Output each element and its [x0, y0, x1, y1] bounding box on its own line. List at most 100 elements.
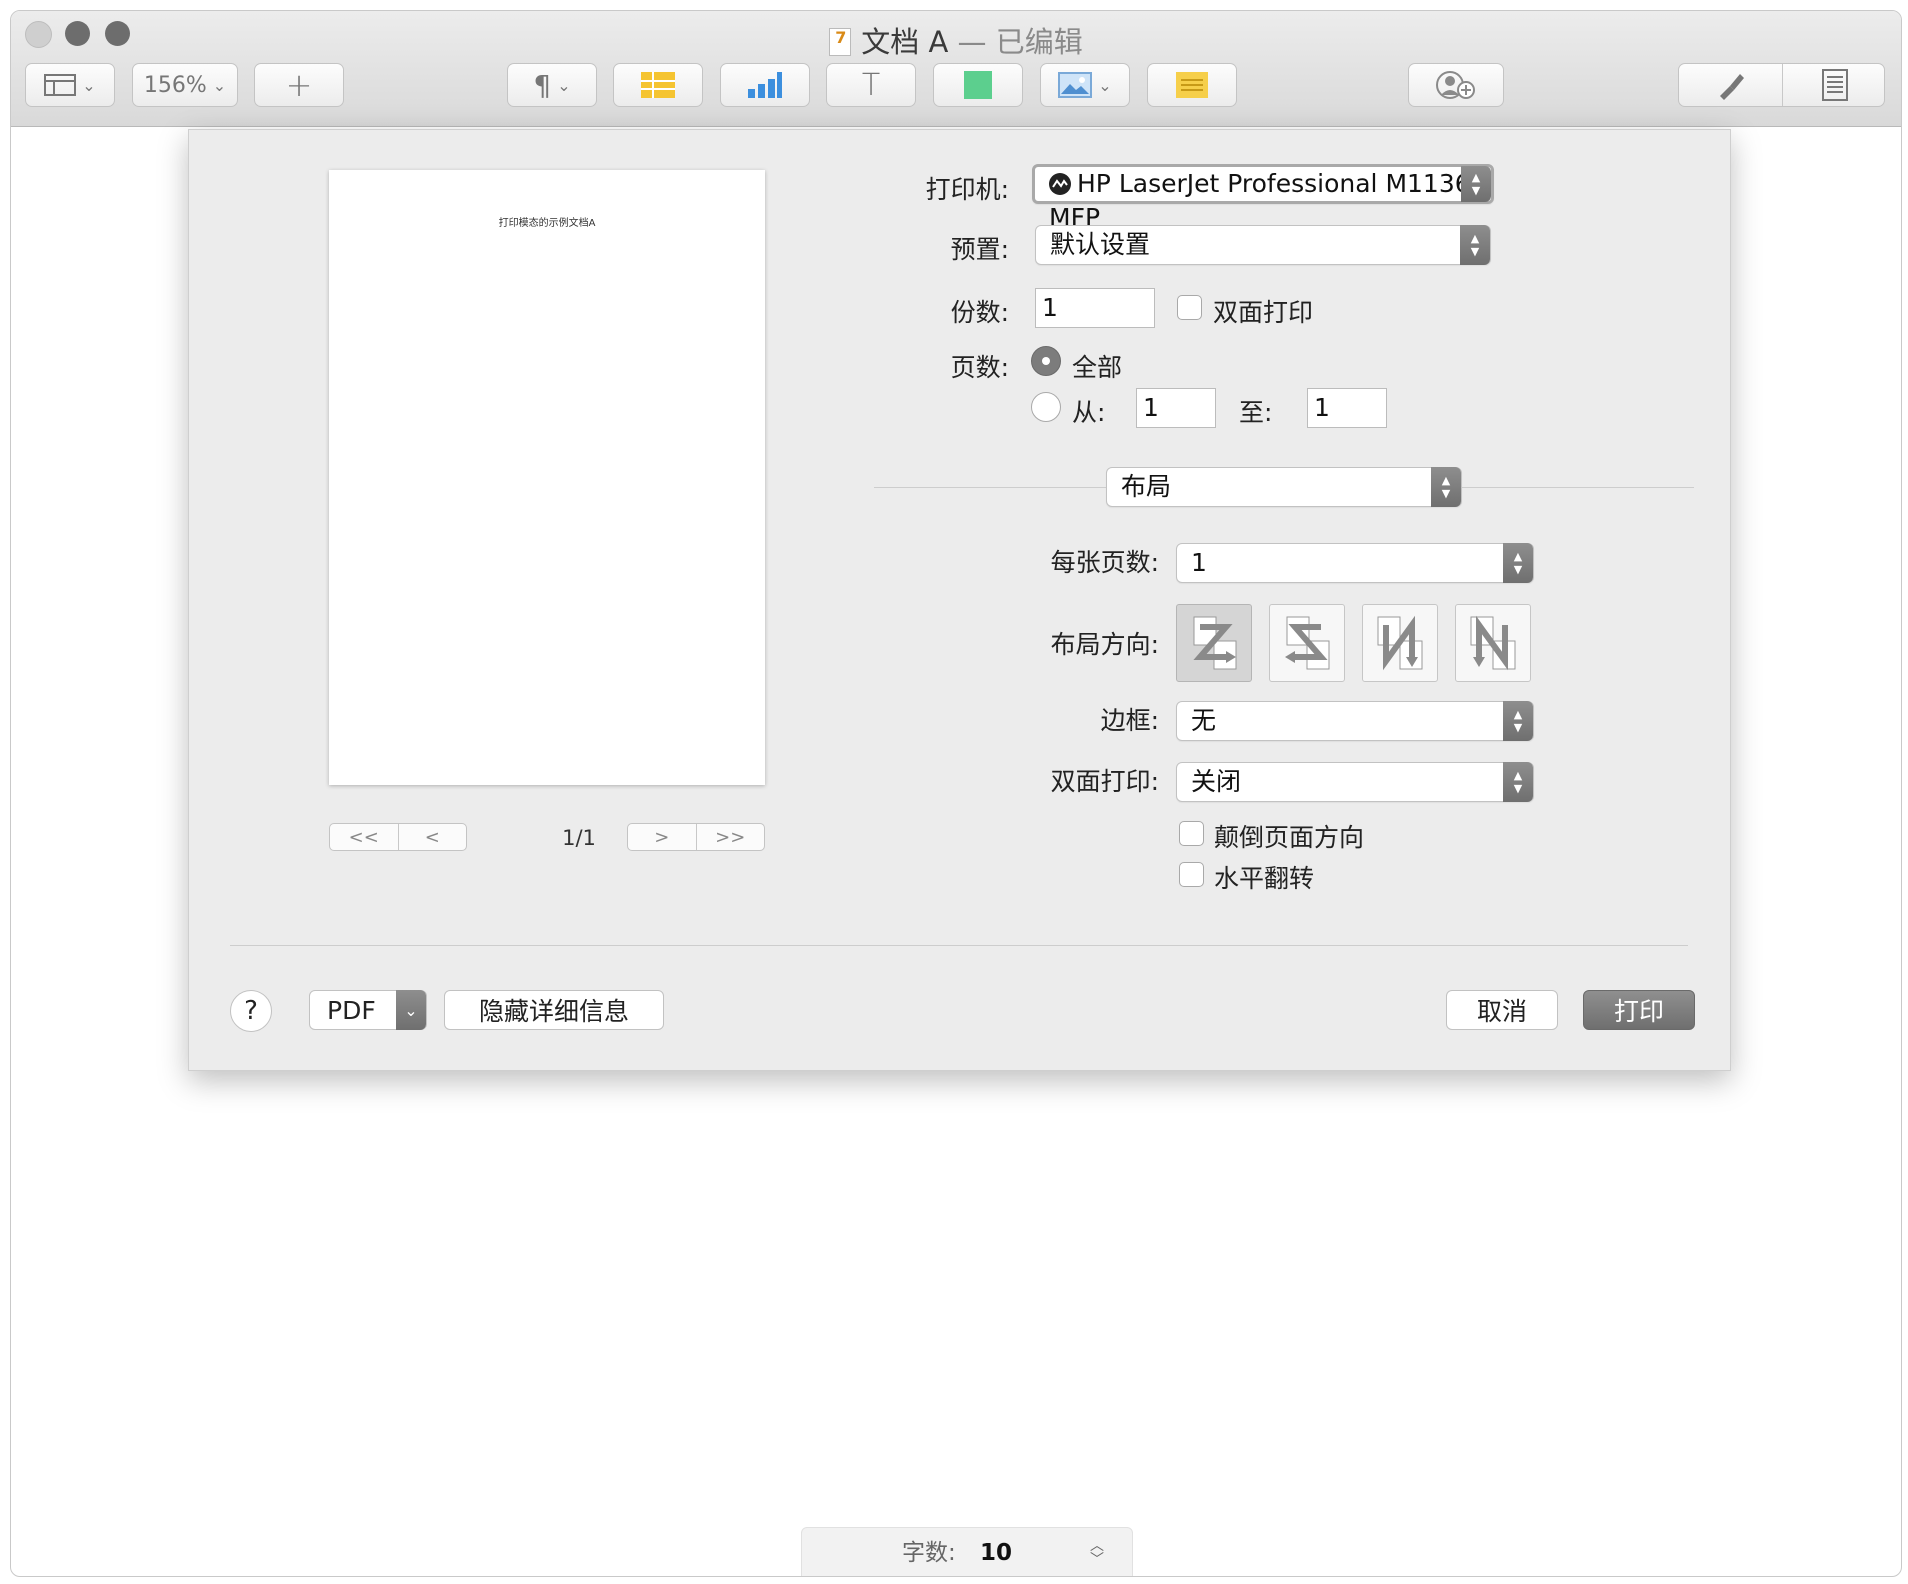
- stepper-icon: ▲ ▼: [1503, 543, 1533, 583]
- edited-status: 已编辑: [995, 25, 1083, 59]
- collaborate-icon: [1436, 71, 1475, 99]
- table-icon: [641, 72, 675, 98]
- duplex-value: 关闭: [1191, 767, 1242, 796]
- reverse-orientation-label: 颠倒页面方向: [1214, 823, 1365, 852]
- pages-document-icon: [829, 28, 852, 56]
- document-name: 文档 A: [861, 25, 949, 59]
- chart-button[interactable]: [720, 63, 810, 107]
- pdf-menu-button[interactable]: PDF ⌄: [309, 990, 427, 1030]
- title-bar: 文档 A — 已编辑 ⌄ 156% ⌄ + ¶ ⌄ T: [11, 11, 1901, 127]
- word-count-value: 10: [980, 1540, 1013, 1566]
- chevron-down-icon: ⌄: [557, 75, 571, 95]
- chevron-down-icon: ⌄: [396, 990, 426, 1030]
- layout-direction-n-reverse-button[interactable]: [1362, 604, 1438, 682]
- shape-button[interactable]: [933, 63, 1023, 107]
- stepper-icon: ▲ ▼: [1461, 166, 1491, 202]
- hide-details-button[interactable]: 隐藏详细信息: [444, 990, 664, 1030]
- printer-status-icon: [1049, 173, 1071, 195]
- text-box-button[interactable]: T: [826, 63, 916, 107]
- next-page-button[interactable]: >: [628, 824, 696, 850]
- word-count-bar[interactable]: 字数: 10 ︿ ﹀: [801, 1527, 1133, 1576]
- previous-page-button[interactable]: <: [397, 824, 467, 850]
- printer-value: HP LaserJet Professional M1136 MFP: [1049, 169, 1471, 232]
- bottom-divider: [230, 945, 1688, 946]
- word-count-label: 字数:: [902, 1540, 956, 1566]
- pages-label: 页数:: [950, 353, 1009, 382]
- two-sided-label: 双面打印: [1213, 298, 1314, 327]
- cancel-button[interactable]: 取消: [1446, 990, 1558, 1030]
- format-button[interactable]: [1679, 64, 1782, 106]
- layout-n-icon: [1470, 615, 1516, 671]
- print-button[interactable]: 打印: [1583, 990, 1695, 1030]
- paragraph-icon: ¶: [533, 68, 552, 102]
- flip-horizontal-checkbox[interactable]: [1179, 862, 1204, 887]
- document-inspector-button[interactable]: [1783, 64, 1886, 106]
- zoom-popup[interactable]: 156% ⌄: [132, 63, 238, 107]
- layout-z-icon: [1193, 616, 1237, 670]
- pages-per-sheet-popup[interactable]: 1 ▲ ▼: [1176, 543, 1534, 583]
- zoom-label: 156%: [143, 72, 207, 98]
- printer-label: 打印机:: [925, 175, 1009, 204]
- layout-direction-s-button[interactable]: [1269, 604, 1345, 682]
- document-icon: [1821, 69, 1848, 101]
- pages-from-label: 从:: [1072, 398, 1106, 427]
- stepper-icon: ▲ ▼: [1503, 701, 1533, 741]
- comment-button[interactable]: [1147, 63, 1237, 107]
- page-indicator: 1/1: [562, 826, 596, 850]
- add-page-button[interactable]: +: [254, 63, 344, 107]
- section-popup[interactable]: 布局 ▲ ▼: [1106, 467, 1462, 507]
- table-button[interactable]: [613, 63, 703, 107]
- window-title: 文档 A — 已编辑: [11, 19, 1901, 61]
- stepper-icon: ︿ ﹀: [1090, 1538, 1104, 1568]
- chart-icon: [748, 72, 782, 98]
- reverse-orientation-checkbox[interactable]: [1179, 821, 1204, 846]
- view-button[interactable]: ⌄: [25, 63, 115, 107]
- layout-direction-z-button[interactable]: [1176, 604, 1252, 682]
- pdf-label: PDF: [327, 995, 376, 1025]
- preview-document-text: 打印模态的示例文档A: [498, 218, 596, 229]
- view-icon: [44, 74, 77, 96]
- insert-button[interactable]: ¶ ⌄: [507, 63, 597, 107]
- presets-label: 预置:: [950, 235, 1009, 264]
- border-label: 边框:: [1100, 706, 1159, 735]
- stepper-icon: ▲ ▼: [1503, 762, 1533, 802]
- section-value: 布局: [1121, 472, 1172, 501]
- copies-field[interactable]: 1: [1035, 288, 1155, 328]
- preview-back-controls: << <: [329, 823, 467, 851]
- plus-icon: +: [285, 66, 313, 104]
- duplex-label: 双面打印:: [1050, 767, 1159, 796]
- pages-all-radio[interactable]: [1031, 346, 1061, 376]
- presets-popup[interactable]: 默认设置 ▲ ▼: [1035, 225, 1491, 265]
- chevron-down-icon: ⌄: [212, 75, 227, 95]
- presets-value: 默认设置: [1050, 230, 1151, 259]
- layout-direction-label: 布局方向:: [1050, 630, 1159, 659]
- last-page-button[interactable]: >>: [695, 824, 765, 850]
- pages-range-radio[interactable]: [1031, 392, 1061, 422]
- pages-to-field[interactable]: 1: [1307, 388, 1387, 428]
- layout-s-icon: [1285, 616, 1330, 670]
- help-button[interactable]: ?: [230, 990, 272, 1032]
- format-brush-icon: [1719, 74, 1744, 100]
- layout-n-reverse-icon: [1377, 615, 1423, 671]
- chevron-down-icon: ⌄: [1098, 75, 1112, 95]
- two-sided-checkbox[interactable]: [1177, 295, 1202, 320]
- collaborate-button[interactable]: [1408, 63, 1504, 107]
- layout-direction-n-button[interactable]: [1455, 604, 1531, 682]
- printer-popup[interactable]: HP LaserJet Professional M1136 MFP ▲ ▼: [1032, 164, 1494, 232]
- border-popup[interactable]: 无 ▲ ▼: [1176, 701, 1534, 741]
- pages-from-field[interactable]: 1: [1136, 388, 1216, 428]
- media-button[interactable]: ⌄: [1040, 63, 1130, 107]
- duplex-popup[interactable]: 关闭 ▲ ▼: [1176, 762, 1534, 802]
- preview-forward-controls: > >>: [627, 823, 765, 851]
- print-preview-page: 打印模态的示例文档A: [329, 170, 765, 785]
- copies-label: 份数:: [950, 298, 1009, 327]
- text-icon: T: [861, 67, 881, 103]
- chevron-down-icon: ⌄: [82, 75, 96, 95]
- first-page-button[interactable]: <<: [330, 824, 398, 850]
- pages-all-label: 全部: [1072, 353, 1123, 382]
- pages-to-label: 至:: [1239, 398, 1273, 427]
- title-separator: —: [957, 25, 987, 59]
- stepper-icon: ▲ ▼: [1460, 225, 1490, 265]
- stepper-icon: ▲ ▼: [1431, 467, 1461, 507]
- pages-per-sheet-label: 每张页数:: [1050, 548, 1159, 577]
